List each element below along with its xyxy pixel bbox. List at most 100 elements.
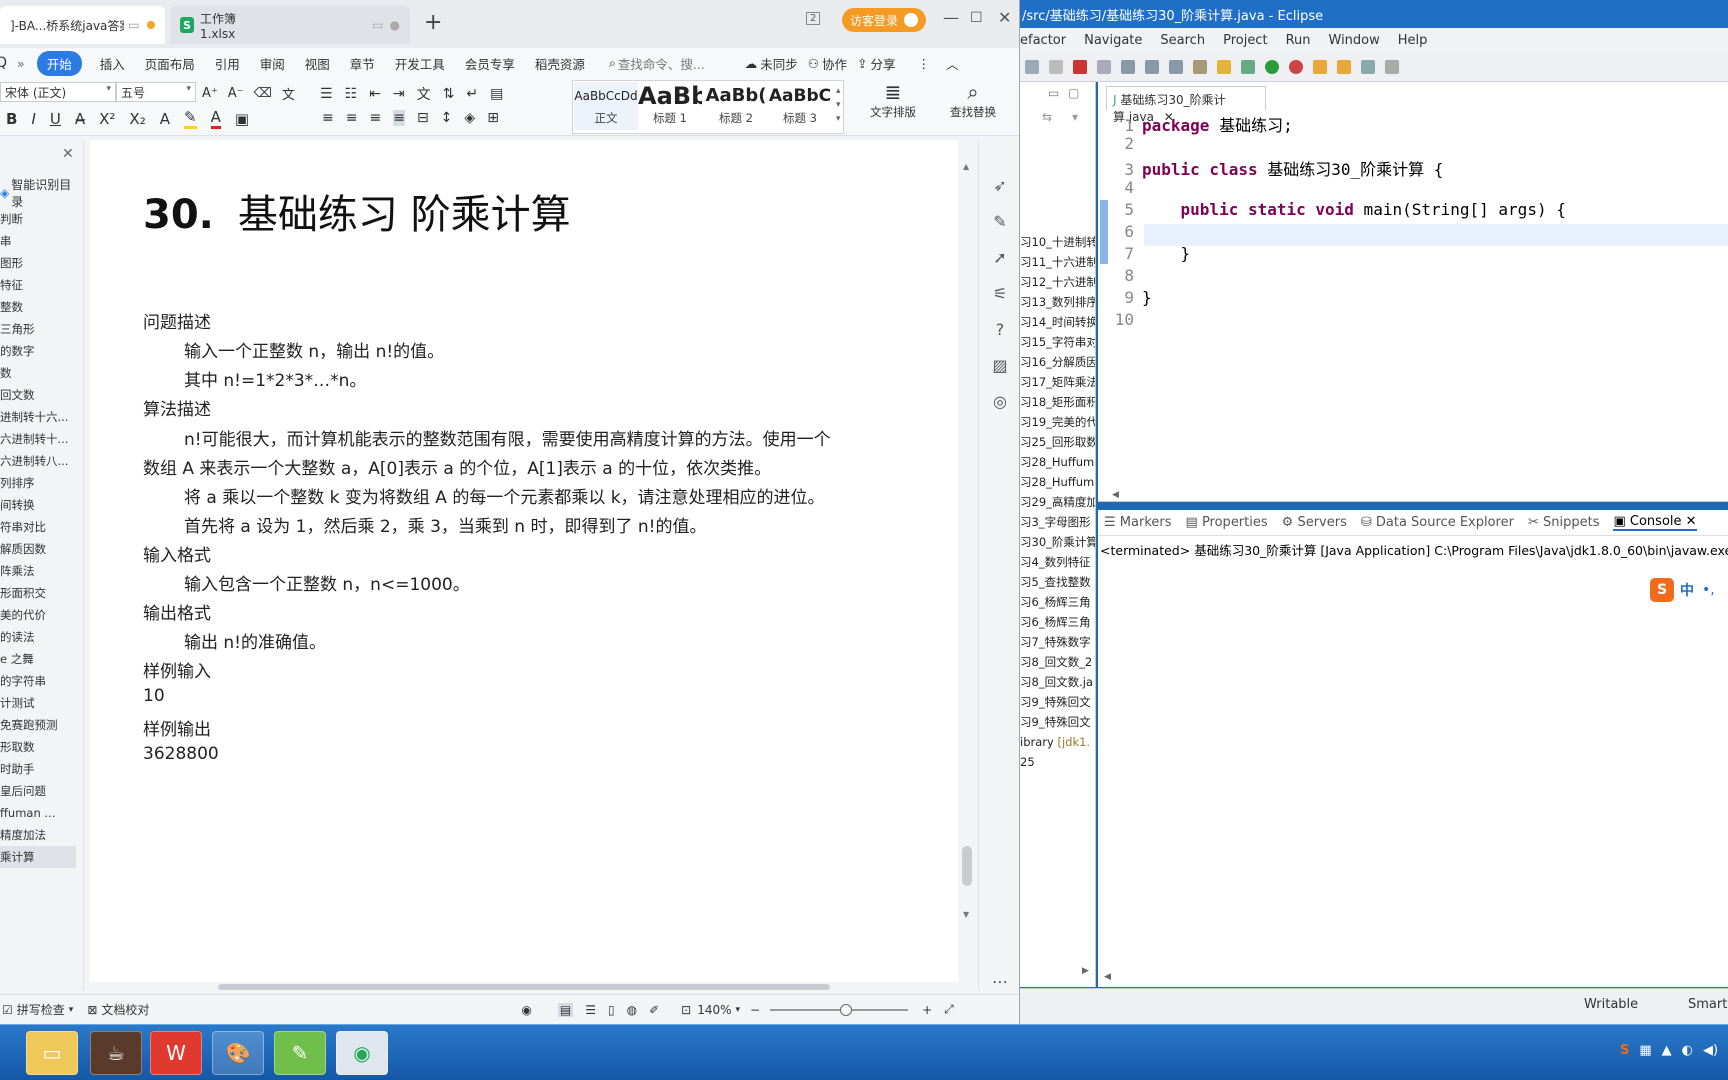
package-tree-item[interactable]: 习9_特殊回文 <box>1020 692 1095 712</box>
share-button[interactable]: 分享 <box>871 54 896 73</box>
zoom-slider[interactable] <box>770 1003 909 1016</box>
package-tree-item[interactable]: 习30_阶乘计算 <box>1020 532 1095 552</box>
menu-view[interactable]: 视图 <box>305 54 330 73</box>
doc-tab-java-answers[interactable]: ]-BA...桥系统java答案 ▭ <box>0 6 165 44</box>
code-line[interactable]: 10 <box>1098 310 1728 332</box>
decrease-indent-icon[interactable]: ⇤ <box>369 86 381 102</box>
underline-icon[interactable]: U <box>50 110 61 128</box>
proofread-button[interactable]: 文档校对 <box>101 1001 149 1018</box>
text-layout-button[interactable]: ≣ 文字排版 <box>862 80 924 120</box>
package-tree-item[interactable]: 习25_回形取数 <box>1020 432 1095 452</box>
more-icon[interactable]: » <box>17 56 25 71</box>
code-line[interactable]: 3 public class 基础练习30_阶乘计算 { <box>1098 156 1728 179</box>
close-button[interactable]: ✕ <box>998 8 1011 27</box>
disconnect-icon[interactable] <box>1097 59 1111 74</box>
network-icon[interactable]: ▦ <box>1639 1043 1651 1058</box>
tab-properties[interactable]: ▤ Properties <box>1186 515 1268 530</box>
show-hidden-icon[interactable]: ▲ <box>1662 1043 1672 1058</box>
menu-window[interactable]: Window <box>1329 33 1380 48</box>
rocket-icon[interactable]: ➶ <box>991 176 1009 195</box>
package-tree-item[interactable]: 习19_完美的代 <box>1020 412 1095 432</box>
package-tree-item[interactable]: 习9_特殊回文 <box>1020 712 1095 732</box>
package-tree-item[interactable]: 习14_时间转换 <box>1020 312 1095 332</box>
zoom-out-icon[interactable]: − <box>750 1003 760 1017</box>
toc-item[interactable]: 串 <box>0 230 76 252</box>
char-border-icon[interactable]: ▣ <box>235 110 249 128</box>
italic-icon[interactable]: I <box>31 110 35 128</box>
doc-tab-workbook[interactable]: S 工作簿1.xlsx ▭ ● <box>170 6 410 44</box>
window-count-icon[interactable]: 2 <box>806 12 821 25</box>
toc-item[interactable]: 免赛跑预测 <box>0 714 76 736</box>
font-name-select[interactable]: 宋体 (正文) ▾ <box>0 82 116 102</box>
punctuation-icon[interactable]: •, <box>1702 582 1715 598</box>
package-tree-item[interactable]: 习12_十六进制 <box>1020 272 1095 292</box>
package-tree-item[interactable]: 习15_字符串对 <box>1020 332 1095 352</box>
line-spacing-icon[interactable]: ↕ <box>441 110 453 126</box>
new-package-icon[interactable] <box>1313 59 1327 74</box>
toc-item[interactable]: 特征 <box>0 274 76 296</box>
toc-item[interactable]: 美的代价 <box>0 604 76 626</box>
font-size-select[interactable]: 五号 ▾ <box>116 82 196 102</box>
document-page[interactable]: 30. 基础练习 阶乘计算 问题描述 输入一个正整数 n，输出 n!的值。 其中 n!… <box>90 140 958 990</box>
package-tree-item[interactable]: 习28_Huffum <box>1020 452 1095 472</box>
toc-item[interactable]: 形面积交 <box>0 582 76 604</box>
package-tree-item[interactable]: 习6_杨辉三角 <box>1020 592 1095 612</box>
toc-item[interactable]: 的字符串 <box>0 670 76 692</box>
package-tree-item[interactable]: 习17_矩阵乘法 <box>1020 372 1095 392</box>
h-scroll-thumb[interactable] <box>218 984 830 990</box>
table-lines-icon[interactable]: ▤ <box>490 86 503 102</box>
more-tools-icon[interactable]: ⋯ <box>991 972 1009 991</box>
package-tree-item[interactable]: 习3_字母图形 <box>1020 512 1095 532</box>
toc-item[interactable]: 数 <box>0 362 76 384</box>
menu-developer[interactable]: 开发工具 <box>395 54 445 73</box>
zoom-slider-thumb[interactable] <box>840 1003 853 1016</box>
resume-icon[interactable] <box>1025 59 1039 74</box>
outline-view-icon[interactable]: ☰ <box>585 1003 596 1017</box>
new-tab-button[interactable]: + <box>424 10 442 35</box>
package-tree-item[interactable]: 习18_矩形面积 <box>1020 392 1095 412</box>
java-editor[interactable]: J 基础练习30_阶乘计算.java ✕ 1 package 基础练习; 2 3 pub… <box>1098 82 1728 502</box>
chinese-layout-icon[interactable]: 文 <box>417 84 431 104</box>
collapse-all-icon[interactable]: ⇆ <box>1042 110 1052 124</box>
doc-horizontal-scrollbar[interactable] <box>90 982 958 992</box>
step-over-icon[interactable] <box>1145 59 1159 74</box>
ime-tray-icon[interactable]: S <box>1620 1043 1629 1058</box>
sliders-icon[interactable]: ⚟ <box>991 284 1009 303</box>
align-center-icon[interactable]: ≡ <box>346 110 358 126</box>
image-icon[interactable]: ▨ <box>991 356 1009 375</box>
strikethrough-icon[interactable]: A̶ <box>75 110 85 128</box>
increase-indent-icon[interactable]: ⇥ <box>393 86 405 102</box>
tab-console[interactable]: ▣ Console ✕ <box>1613 514 1697 531</box>
toc-item[interactable]: 乘计算 <box>0 846 76 868</box>
visitor-login-button[interactable]: 访客登录 <box>842 8 926 32</box>
command-search-input[interactable]: 查找命令、搜... <box>618 54 705 73</box>
tab-data-source-explorer[interactable]: ⛁ Data Source Explorer <box>1361 515 1514 530</box>
package-tree-item[interactable]: 习11_十六进制 <box>1020 252 1095 272</box>
search-tool-icon[interactable] <box>1361 59 1375 74</box>
align-right-icon[interactable]: ≡ <box>369 110 381 126</box>
highlight-icon[interactable] <box>1217 59 1231 74</box>
style-heading3[interactable]: AaBbC 标题 3 <box>768 82 832 130</box>
justify-icon[interactable]: ≡ <box>393 110 405 126</box>
bold-icon[interactable]: B <box>6 110 17 128</box>
read-view-icon[interactable]: ▯ <box>608 1003 615 1017</box>
package-tree-item[interactable]: 习8_回文数_2 <box>1020 652 1095 672</box>
perspective-icon[interactable] <box>1385 59 1399 74</box>
zoom-in-icon[interactable]: + <box>922 1003 932 1017</box>
tree-scroll-right-icon[interactable]: ▶ <box>1082 966 1089 976</box>
tab-servers[interactable]: ⚙ Servers <box>1282 515 1347 530</box>
toggle-mark-icon[interactable] <box>1193 59 1207 74</box>
toc-item[interactable]: 时助手 <box>0 758 76 780</box>
run-icon[interactable] <box>1265 59 1279 74</box>
show-marks-icon[interactable]: ↵ <box>466 86 478 102</box>
clear-format-icon[interactable]: ⌫ <box>254 86 272 101</box>
toc-item[interactable]: 的数字 <box>0 340 76 362</box>
package-tree-item[interactable]: 习13_数列排序 <box>1020 292 1095 312</box>
bullets-icon[interactable]: ☰ <box>320 86 333 102</box>
toc-item[interactable]: 回文数 <box>0 384 76 406</box>
close-tab-icon[interactable]: ✕ <box>1686 514 1697 529</box>
code-line[interactable]: 5 public static void main(String[] args)… <box>1098 200 1728 222</box>
scroll-thumb[interactable] <box>962 846 972 886</box>
menu-insert[interactable]: 插入 <box>100 54 125 73</box>
sync-status[interactable]: 未同步 <box>760 54 798 73</box>
